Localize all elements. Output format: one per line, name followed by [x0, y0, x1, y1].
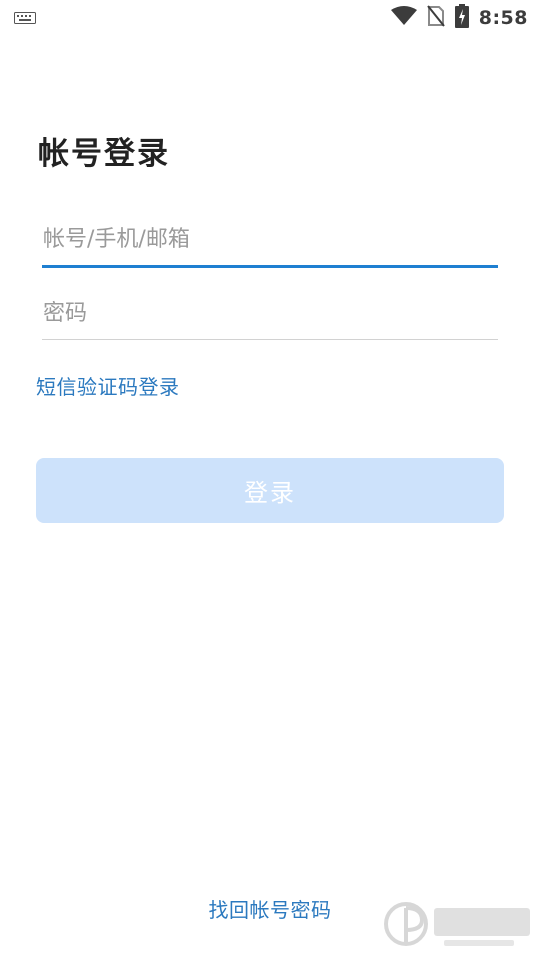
- keyboard-icon: [14, 12, 36, 24]
- status-bar: 8:58: [0, 0, 540, 36]
- account-input[interactable]: [42, 221, 498, 265]
- page-title: 帐号登录: [38, 136, 170, 172]
- watermark-logo: [376, 894, 536, 954]
- sms-login-link[interactable]: 短信验证码登录: [36, 371, 180, 400]
- password-field: [42, 290, 498, 340]
- status-time: 8:58: [478, 7, 528, 29]
- battery-charging-icon: [454, 4, 469, 32]
- login-button[interactable]: 登录: [36, 458, 504, 523]
- password-input[interactable]: [42, 295, 498, 339]
- wifi-icon: [390, 6, 417, 30]
- account-field: [42, 218, 498, 268]
- status-icons: 8:58: [390, 4, 528, 32]
- no-sim-icon: [426, 5, 445, 31]
- login-screen: 8:58 帐号登录 短信验证码登录 登录 找回帐号密码: [0, 0, 540, 960]
